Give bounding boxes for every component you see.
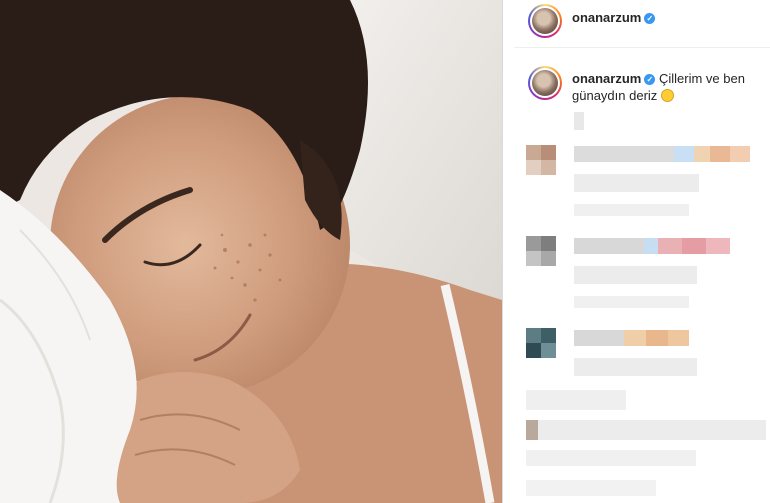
redacted-comment-text bbox=[574, 266, 697, 284]
caption-avatar[interactable] bbox=[528, 66, 562, 100]
redacted-comment-text bbox=[526, 420, 766, 440]
redacted-comment-text bbox=[526, 480, 656, 496]
verified-badge-icon: ✓ bbox=[644, 13, 656, 24]
redacted-comment-text bbox=[526, 390, 626, 410]
panel-divider bbox=[502, 0, 514, 503]
redacted-comment-text bbox=[574, 358, 697, 376]
verified-badge-icon: ✓ bbox=[644, 74, 656, 85]
post-caption: onanarzum ✓ Çillerim ve ben günaydın deri… bbox=[572, 70, 762, 104]
comment-avatar[interactable] bbox=[526, 145, 556, 175]
redacted-comment-text bbox=[574, 330, 689, 346]
header-avatar[interactable] bbox=[528, 4, 562, 38]
redacted-comment-meta bbox=[574, 296, 689, 308]
comment-avatar[interactable] bbox=[526, 236, 556, 266]
comments-panel: onanarzum ✓ onanarzum ✓ Çillerim ve ben gü… bbox=[514, 0, 770, 503]
post-photo[interactable] bbox=[0, 0, 502, 503]
redacted-comment-text bbox=[574, 174, 699, 192]
redacted-comment-text bbox=[526, 450, 696, 466]
header-username[interactable]: onanarzum ✓ bbox=[572, 10, 656, 25]
redacted-comment-meta bbox=[574, 204, 689, 216]
comment-avatar[interactable] bbox=[526, 328, 556, 358]
redacted-text bbox=[574, 112, 584, 130]
caption-username[interactable]: onanarzum bbox=[572, 71, 641, 86]
post-header: onanarzum ✓ bbox=[514, 0, 770, 48]
redacted-comment-text bbox=[574, 238, 730, 254]
post-image bbox=[0, 0, 502, 503]
redacted-comment-text bbox=[574, 146, 750, 162]
upside-down-face-emoji bbox=[660, 89, 674, 102]
